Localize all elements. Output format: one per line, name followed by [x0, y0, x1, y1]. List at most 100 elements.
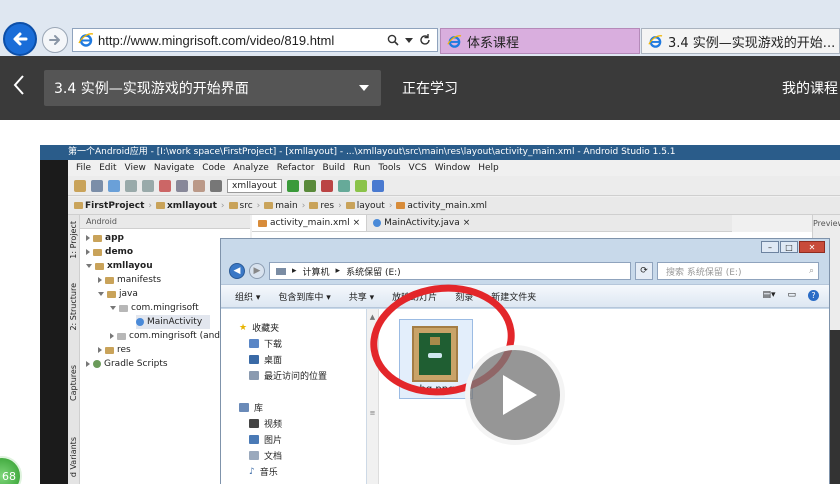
search-icon[interactable] [387, 34, 399, 46]
side-tab: Captures [69, 365, 78, 401]
tree-item: MainActivity [147, 317, 203, 327]
play-button[interactable] [465, 345, 565, 445]
ide-menu-item: Analyze [233, 162, 269, 173]
android-studio-titlebar: 第一个Android应用 - [I:\work space\FirstProje… [40, 145, 840, 160]
ide-breadcrumb: FirstProject › xmllayout › src › main › res ›… [68, 197, 840, 215]
breadcrumb-item: FirstProject [85, 200, 145, 211]
editor-tabs: activity_main.xml × MainActivity.java × [252, 215, 732, 232]
path-segment: 系统保留 (E:) [346, 267, 401, 278]
browser-toolbar: http://www.mingrisoft.com/video/819.html… [0, 0, 840, 56]
close-icon: ✕ [799, 241, 825, 253]
tab-label: 体系课程 [467, 35, 520, 51]
breadcrumb-item: src [239, 200, 253, 211]
folder-icon [155, 202, 165, 209]
run-config-select: xmllayout [227, 178, 282, 193]
sync-icon [108, 179, 120, 192]
folder-icon [345, 202, 355, 209]
nav-item: 桌面 [264, 356, 283, 366]
tree-item: app [105, 233, 124, 243]
folder-icon [264, 202, 274, 209]
site-header: 3.4 实例—实现游戏的开始界面 正在学习 我的课程 [0, 56, 840, 120]
tab-system-courses[interactable]: 体系课程 [440, 28, 640, 54]
ide-toolbar: xmllayout [68, 176, 840, 196]
command-item: 包含到库中 ▾ [278, 292, 331, 303]
browser-forward-button[interactable] [42, 27, 68, 53]
computer-icon [276, 267, 286, 275]
forward-icon: ▶ [249, 263, 265, 279]
nav-item: 文档 [264, 452, 283, 462]
caret-down-icon [359, 85, 369, 91]
chevron-left-icon[interactable] [12, 74, 26, 96]
ide-menu-item: Run [353, 162, 371, 173]
breadcrumb-item: res [320, 200, 335, 211]
breadcrumb-item: layout [356, 200, 385, 211]
tree-item: manifests [117, 275, 162, 285]
breadcrumb-item: main [275, 200, 298, 211]
recent-icon [249, 371, 259, 380]
nav-item: 音乐 [259, 468, 278, 478]
copy-icon [176, 179, 188, 192]
music-icon: ♪ [249, 466, 255, 477]
ide-menubar: File Edit View Navigate Code Analyze Ref… [68, 160, 840, 175]
ide-menu-item: File [76, 162, 92, 173]
save-icon [91, 179, 103, 192]
ide-menu-item: VCS [408, 162, 427, 173]
preview-label: Preview [813, 219, 840, 228]
my-courses-link[interactable]: 我的课程 [782, 78, 838, 98]
tree-item: com.mingrisoft [131, 303, 199, 313]
now-learning-link[interactable]: 正在学习 [402, 78, 458, 98]
ide-menu-item: Help [478, 162, 499, 173]
editor-tab-label: activity_main.xml [270, 218, 350, 228]
course-chapter-value: 3.4 实例—实现游戏的开始界面 [54, 81, 249, 97]
file-icon [396, 202, 406, 209]
address-bar[interactable]: http://www.mingrisoft.com/video/819.html [72, 28, 438, 52]
ide-menu-item: Edit [99, 162, 117, 173]
tree-item: java [119, 289, 138, 299]
find-icon [210, 179, 222, 192]
explorer-command-bar: 组织 ▾ 包含到库中 ▾ 共享 ▾ 放映幻灯片 刻录 新建文件夹 ▤▾ ▭ ? [221, 284, 829, 308]
ie-logo-icon [447, 34, 462, 48]
explorer-address: ▸ 计算机 ▸ 系统保留 (E:) [269, 262, 631, 280]
address-url: http://www.mingrisoft.com/video/819.html [98, 32, 335, 48]
folder-icon [309, 202, 319, 209]
nav-group-title: 收藏夹 [252, 324, 280, 334]
ide-menu-item: Refactor [276, 162, 315, 173]
star-icon: ★ [239, 322, 248, 333]
folder-icon [228, 202, 238, 209]
refresh-icon[interactable] [419, 34, 431, 46]
command-item: 共享 ▾ [348, 292, 375, 303]
run-icon [286, 179, 299, 192]
project-view-select: Android [86, 217, 117, 226]
document-icon [249, 451, 259, 460]
desktop-icon [249, 355, 259, 364]
debug-icon [303, 179, 316, 192]
editor-tab-label: MainActivity.java [384, 218, 460, 228]
ide-side-tool-strip: 1: Project 2: Structure Captures d Varia… [68, 215, 80, 484]
preview-pane-icon: ▭ [787, 290, 796, 300]
view-options-icon: ▤▾ [762, 290, 776, 300]
floating-badge[interactable]: 68 [0, 456, 22, 484]
cut-icon [159, 179, 171, 192]
side-tab: 2: Structure [69, 283, 78, 331]
redo-icon [142, 179, 154, 192]
tab-current-video[interactable]: 3.4 实例—实现游戏的开始... × [641, 28, 840, 54]
ie-logo-icon [78, 33, 94, 47]
maximize-icon: □ [780, 241, 798, 253]
dropdown-arrow-icon[interactable] [405, 36, 413, 44]
back-icon: ◀ [229, 263, 245, 279]
paste-icon [193, 179, 205, 192]
breadcrumb-item: activity_main.xml [407, 200, 488, 211]
minimize-icon: – [761, 241, 779, 253]
side-tab: 1: Project [69, 221, 78, 259]
explorer-nav-pane: ★ 收藏夹 下载 桌面 最近访问的位置 库 视频 图片 文档 ♪ 音乐 [221, 309, 367, 484]
help-icon [371, 179, 384, 192]
video-player[interactable]: 第一个Android应用 - [I:\work space\FirstProje… [40, 145, 840, 484]
arrow-left-icon [13, 32, 28, 46]
stop-icon [320, 179, 333, 192]
browser-back-button[interactable] [3, 22, 37, 56]
command-item: 组织 ▾ [235, 292, 261, 303]
nav-item: 下载 [264, 340, 283, 350]
tree-item: demo [105, 247, 134, 257]
course-chapter-select[interactable]: 3.4 实例—实现游戏的开始界面 [44, 70, 381, 106]
tree-item: Gradle Scripts [104, 359, 168, 369]
